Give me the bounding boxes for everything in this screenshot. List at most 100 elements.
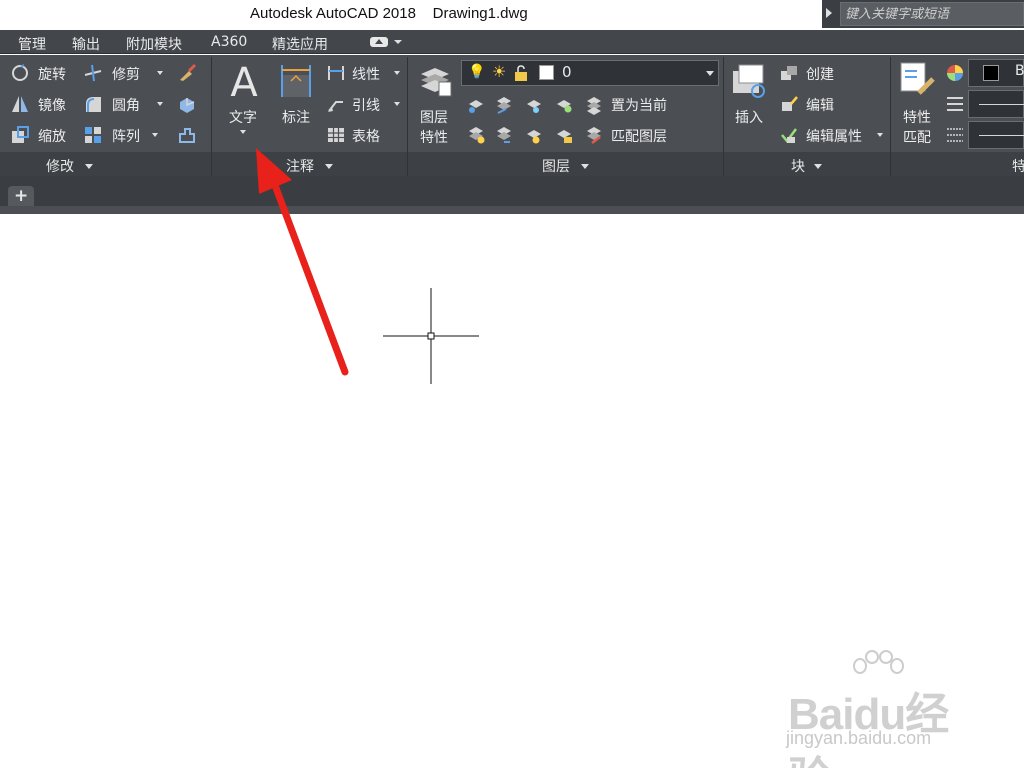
- baidu-watermark: Baidu经验 jingyan.baidu.com: [780, 650, 980, 768]
- tab-output[interactable]: 输出: [72, 34, 100, 54]
- linear-button[interactable]: 线性: [352, 64, 380, 84]
- erase-brush-icon[interactable]: [177, 63, 197, 83]
- layer-on-icon[interactable]: [466, 125, 486, 145]
- fillet-dropdown-arrow-icon[interactable]: [157, 102, 163, 106]
- layer-properties-button-line1[interactable]: 图层: [420, 107, 448, 127]
- svg-text:A: A: [230, 61, 258, 101]
- plus-icon: +: [14, 186, 29, 206]
- color-value: B: [1015, 63, 1024, 79]
- make-current-icon: [587, 97, 601, 115]
- mirror-icon: [12, 96, 28, 112]
- match-properties-button-line1[interactable]: 特性: [903, 107, 931, 127]
- edit-attributes-button[interactable]: 编辑属性: [806, 126, 862, 146]
- rotate-button[interactable]: 旋转: [38, 64, 66, 84]
- watermark-url: jingyan.baidu.com: [786, 728, 932, 748]
- color-wheel-icon: [947, 65, 963, 81]
- chevron-down-icon: [394, 40, 402, 44]
- leader-dropdown-arrow-icon[interactable]: [394, 102, 400, 106]
- layer-properties-icon: [421, 68, 452, 97]
- search-expand-arrow-icon[interactable]: [826, 8, 832, 18]
- layer-isolate-icon[interactable]: [466, 95, 486, 115]
- new-drawing-tab-button[interactable]: +: [8, 186, 34, 206]
- layer-dropdown[interactable]: 💡 ☀ 0: [461, 60, 719, 86]
- unlock-icon: [515, 65, 527, 81]
- file-tab-strip: [0, 176, 1024, 206]
- layer-unisolate-icon[interactable]: [494, 95, 514, 115]
- crosshair-cursor-icon: [383, 288, 479, 384]
- mirror-button[interactable]: 镜像: [38, 95, 66, 115]
- annotation-arrow-icon: [256, 148, 349, 376]
- tab-manage[interactable]: 管理: [18, 34, 46, 54]
- dimension-button[interactable]: 标注: [282, 107, 310, 127]
- explode-icon[interactable]: [177, 94, 197, 114]
- linear-dimension-icon: [328, 66, 344, 80]
- create-block-button[interactable]: 创建: [806, 64, 834, 84]
- trim-button[interactable]: 修剪: [112, 64, 140, 84]
- table-button[interactable]: 表格: [352, 126, 380, 146]
- chevron-down-icon[interactable]: [85, 164, 93, 169]
- trim-icon: [84, 64, 102, 82]
- match-layer-icon: [587, 127, 601, 144]
- tab-addins[interactable]: 附加模块: [126, 34, 182, 54]
- scale-button[interactable]: 缩放: [38, 126, 66, 146]
- block-panel-bar[interactable]: [724, 152, 890, 176]
- ribbon: 修改 注释 图层 块 特 旋转 修剪 镜像 圆角 缩放 阵列 A 文字 标注 线…: [0, 55, 1024, 176]
- layer-properties-button-line2[interactable]: 特性: [420, 127, 448, 147]
- chevron-down-icon[interactable]: [814, 164, 822, 169]
- linetype-dropdown[interactable]: [968, 121, 1024, 149]
- array-button[interactable]: 阵列: [112, 126, 140, 146]
- layer-color-swatch: [539, 65, 554, 80]
- text-dropdown-arrow-icon[interactable]: [240, 130, 246, 134]
- edit-block-icon: [782, 96, 798, 111]
- layer-thaw-icon[interactable]: [524, 125, 544, 145]
- layer-unlock-icon[interactable]: [554, 125, 574, 145]
- chevron-down-icon: [706, 71, 714, 76]
- match-properties-icon: [900, 62, 935, 95]
- ribbon-tab-bar: 管理 输出 附加模块 A360 精选应用: [0, 30, 1024, 54]
- tab-featured-apps[interactable]: 精选应用: [272, 34, 328, 54]
- text-button[interactable]: 文字: [229, 107, 257, 127]
- color-dropdown[interactable]: B: [968, 59, 1024, 87]
- text-a-icon: A: [230, 61, 258, 101]
- layer-freeze-icon[interactable]: [524, 95, 544, 115]
- scale-icon: [12, 126, 29, 143]
- create-block-icon: [781, 66, 797, 80]
- ribbon-toggle-icon: [370, 37, 388, 47]
- match-layer-button[interactable]: 匹配图层: [611, 126, 667, 146]
- linear-dropdown-arrow-icon[interactable]: [394, 71, 400, 75]
- edit-block-button[interactable]: 编辑: [806, 95, 834, 115]
- linetype-preview: [979, 135, 1024, 136]
- modify-panel-title: 修改: [46, 159, 74, 175]
- file-tab-strip-edge: [0, 206, 1024, 214]
- trim-dropdown-arrow-icon[interactable]: [157, 71, 163, 75]
- insert-block-icon: [733, 64, 765, 98]
- color-swatch: [983, 65, 999, 81]
- window-title: Autodesk AutoCAD 2018 Drawing1.dwg: [250, 5, 528, 22]
- leader-icon: [328, 101, 343, 112]
- properties-panel-bar[interactable]: [891, 152, 1024, 176]
- chevron-down-icon[interactable]: [581, 164, 589, 169]
- make-current-button[interactable]: 置为当前: [611, 95, 667, 115]
- insert-button[interactable]: 插入: [735, 107, 763, 127]
- array-icon: [85, 127, 101, 143]
- sun-icon: ☀: [492, 62, 507, 81]
- rotate-icon: [12, 64, 28, 81]
- search-input[interactable]: [840, 2, 1024, 26]
- leader-button[interactable]: 引线: [352, 95, 380, 115]
- ribbon-minimize-button[interactable]: [370, 36, 402, 49]
- match-properties-button-line2[interactable]: 匹配: [903, 127, 931, 147]
- tab-a360[interactable]: A360: [211, 34, 247, 50]
- modify-panel-bar[interactable]: [0, 152, 211, 176]
- layer-off-icon[interactable]: [554, 95, 574, 115]
- lightbulb-icon: 💡: [468, 64, 486, 80]
- layer-previous-icon[interactable]: [494, 125, 514, 145]
- lineweight-preview: [979, 104, 1024, 105]
- block-panel-title: 块: [791, 159, 805, 175]
- edit-attributes-dropdown-arrow-icon[interactable]: [877, 133, 883, 137]
- stretch-icon[interactable]: [177, 125, 197, 145]
- layers-panel-title: 图层: [542, 159, 570, 175]
- properties-panel-title: 特: [1012, 159, 1024, 175]
- array-dropdown-arrow-icon[interactable]: [152, 133, 158, 137]
- lineweight-dropdown[interactable]: [968, 90, 1024, 118]
- fillet-button[interactable]: 圆角: [112, 95, 140, 115]
